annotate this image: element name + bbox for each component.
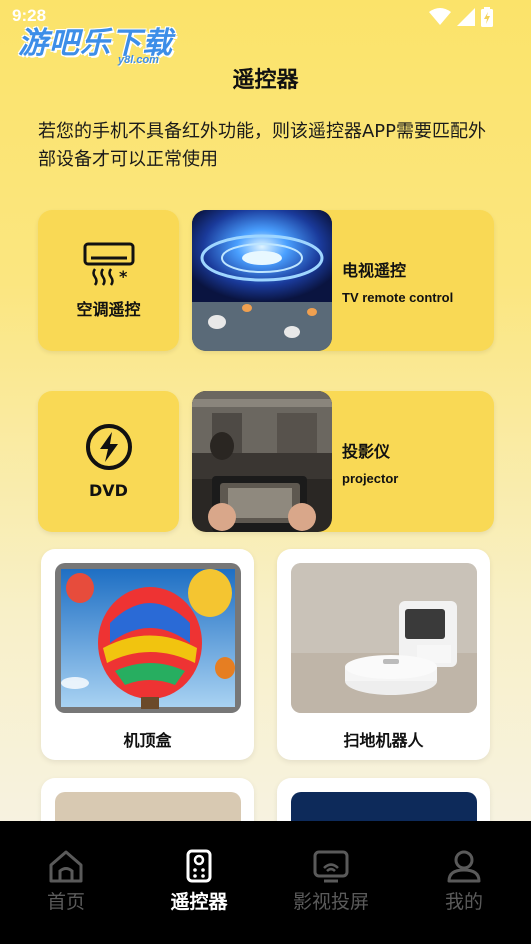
robot-vacuum-label: 扫地机器人 [343,731,424,750]
robot-vacuum-card[interactable]: 扫地机器人 [277,549,490,760]
projector-thumbnail [192,391,332,532]
infrared-notice: 若您的手机不具备红外功能，则该遥控器APP需要匹配外部设备才可以正常使用 [38,121,487,170]
nav-label-cast: 影视投屏 [292,891,369,913]
watermark-logo: 游吧乐下载 y8l.com [18,18,188,68]
dvd-remote-card[interactable]: DVD [38,391,179,532]
lightning-icon [85,424,132,470]
tv-thumbnail [192,210,332,351]
projector-card[interactable]: 投影仪 projector [192,391,494,532]
bottom-nav: 首页 遥控器 影视投屏 我的 [0,821,531,944]
profile-icon [447,850,481,883]
nav-item-home[interactable]: 首页 [11,849,121,914]
tv-remote-card[interactable]: 电视遥控 TV remote control [192,210,494,351]
battery-icon [481,7,493,27]
ac-remote-card[interactable]: * 空调遥控 [38,210,179,351]
tv-remote-subtitle: TV remote control [342,290,454,305]
ac-remote-label: 空调遥控 [76,299,141,319]
cast-icon [313,850,349,883]
set-top-box-image [55,563,241,713]
wifi-icon [429,8,451,25]
status-icons [429,7,493,27]
air-conditioner-icon: * [83,242,134,286]
home-icon [49,850,83,883]
set-top-box-card[interactable]: 机顶盒 [41,549,254,760]
page-title: 遥控器 [232,68,299,93]
signal-icon [457,8,475,26]
nav-item-cast[interactable]: 影视投屏 [276,849,386,914]
projector-subtitle: projector [342,471,399,486]
tv-remote-title: 电视遥控 [342,261,407,280]
nav-label-profile: 我的 [444,891,483,913]
set-top-box-label: 机顶盒 [123,731,172,750]
nav-label-remote: 遥控器 [170,891,228,913]
svg-text:*: * [119,267,128,286]
nav-item-profile[interactable]: 我的 [409,849,519,914]
nav-label-home: 首页 [46,891,85,913]
projector-title: 投影仪 [342,442,391,461]
remote-icon [186,849,212,883]
robot-vacuum-image [291,563,477,713]
nav-item-remote[interactable]: 遥控器 [144,849,254,914]
dvd-remote-label: DVD [89,481,128,500]
